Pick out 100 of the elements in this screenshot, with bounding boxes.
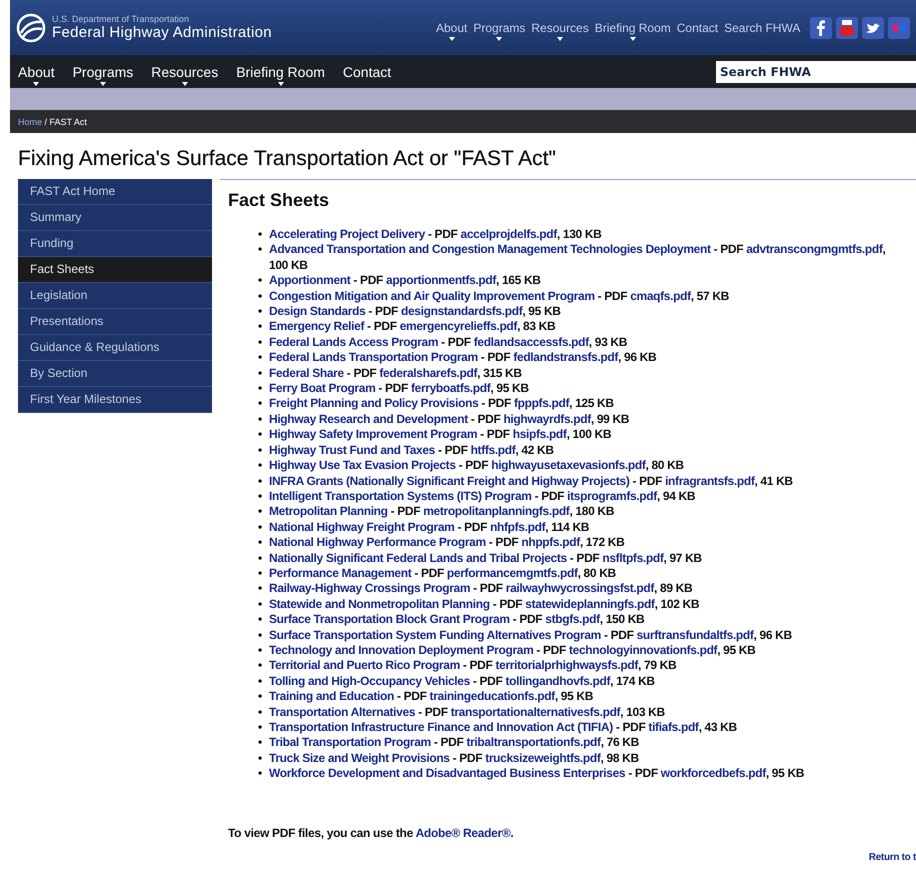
file-link[interactable]: cmaqfs.pdf [630, 288, 691, 303]
bullet: • [258, 520, 263, 536]
fact-sheet-link[interactable]: Ferry Boat Program [269, 381, 376, 396]
fact-sheet-link[interactable]: Advanced Transportation and Congestion Management Technologies Deployment [269, 242, 711, 256]
fact-sheet-link[interactable]: Emergency Relief [269, 319, 364, 334]
fact-sheet-link[interactable]: Surface Transportation System Funding Alternatives Program [269, 628, 602, 642]
fact-sheet-link[interactable]: Apportionment [269, 273, 350, 288]
search-field[interactable]: Search FHWA [716, 60, 916, 82]
file-link[interactable]: fpppfs.pdf [514, 396, 570, 410]
nav-link[interactable]: Contact [342, 64, 392, 86]
file-link[interactable]: itsprogramfs.pdf [567, 488, 657, 503]
file-link[interactable]: nhfpfs.pdf [490, 520, 546, 534]
sidebar-item[interactable]: Summary [18, 205, 212, 231]
fact-sheet-link[interactable]: Statewide and Nonmetropolitan Planning [269, 596, 490, 611]
file-link[interactable]: trainingeducationfs.pdf [430, 689, 555, 704]
dots-icon[interactable] [888, 16, 910, 38]
fact-sheet-link[interactable]: Freight Planning and Policy Provisions [269, 396, 478, 410]
file-link[interactable]: transportationalternativesfs.pdf [450, 704, 620, 719]
file-link[interactable]: tifiafs.pdf [648, 720, 699, 734]
file-link[interactable]: hsipfs.pdf [512, 427, 567, 442]
top-link[interactable]: Search FHWA [724, 20, 800, 40]
fact-sheet-link[interactable]: INFRA Grants (Nationally Significant Freight and Highway Projects) [269, 474, 630, 488]
fact-sheet-item: Highway Trust Fund and Taxes - PDF htffs.pdf, 42 KB [269, 442, 554, 458]
fact-sheet-link[interactable]: Tribal Transportation Program [269, 735, 431, 750]
fact-sheet-link[interactable]: Intelligent Transportation Systems (ITS) Program [269, 488, 532, 503]
fact-sheet-link[interactable]: Workforce Development and Disadvantaged Business Enterprises [269, 766, 626, 780]
file-link[interactable]: technologyinnovationfs.pdf [568, 642, 718, 657]
fact-sheet-link[interactable]: Congestion Mitigation and Air Quality Improvement Program [269, 288, 595, 303]
file-link[interactable]: advtranscongmgmtfs.pdf [746, 242, 882, 256]
file-link[interactable]: tollingandhovfs.pdf [505, 674, 610, 688]
fact-sheet-link[interactable]: Transportation Alternatives [269, 704, 416, 719]
file-link[interactable]: emergencyrelieffs.pdf [400, 319, 518, 334]
fact-sheet-link[interactable]: Highway Research and Development [269, 412, 468, 426]
fact-sheet-link[interactable]: Tolling and High-Occupancy Vehicles [269, 674, 470, 688]
bullet: • [258, 550, 263, 566]
file-link[interactable]: railwayhwycrossingsfst.pdf [506, 581, 654, 596]
sidebar-item[interactable]: By Section [18, 361, 212, 387]
file-link[interactable]: territorialprhighwaysfs.pdf [495, 658, 638, 672]
fact-sheet-link[interactable]: Highway Use Tax Evasion Projects [269, 458, 456, 472]
file-link[interactable]: federalsharefs.pdf [379, 366, 478, 380]
file-link[interactable]: surftransfundaltfs.pdf [636, 628, 754, 642]
file-link[interactable]: stbgfs.pdf [545, 612, 600, 626]
file-link[interactable]: apportionmentfs.pdf [386, 273, 496, 288]
file-link[interactable]: metropolitanplanningfs.pdf [423, 504, 570, 518]
sidebar-item[interactable]: Funding [18, 231, 212, 257]
fact-sheet-link[interactable]: National Highway Performance Program [269, 535, 486, 550]
top-link[interactable]: Resources [531, 20, 589, 40]
video-icon[interactable] [836, 16, 858, 38]
fact-sheet-link[interactable]: Performance Management [269, 566, 412, 580]
fact-sheet-link[interactable]: Training and Education [269, 689, 394, 704]
sidebar-item[interactable]: First Year Milestones [18, 387, 212, 413]
top-link[interactable]: Briefing Room [594, 20, 671, 40]
bullet: • [258, 674, 263, 690]
fact-sheet-link[interactable]: Federal Lands Transportation Program [269, 350, 478, 364]
fact-sheet-link[interactable]: Truck Size and Weight Provisions [269, 750, 450, 765]
file-link[interactable]: tribaltransportationfs.pdf [466, 735, 601, 750]
file-link[interactable]: highwayusetaxevasionfs.pdf [491, 458, 646, 472]
file-link[interactable]: trucksizeweightfs.pdf [485, 750, 601, 765]
fact-sheet-link[interactable]: Accelerating Project Delivery [269, 227, 425, 241]
sidebar-item[interactable]: Presentations [18, 309, 212, 335]
fact-sheet-link[interactable]: Surface Transportation Block Grant Program [269, 612, 510, 626]
file-link[interactable]: performancemgmtfs.pdf [446, 566, 578, 580]
file-link[interactable]: accelprojdelfs.pdf [460, 227, 557, 241]
fact-sheet-link[interactable]: Metropolitan Planning [269, 504, 388, 518]
fact-sheet-link[interactable]: Federal Lands Access Program [269, 334, 438, 349]
file-link[interactable]: highwayrdfs.pdf [503, 412, 591, 426]
file-link[interactable]: nhppfs.pdf [521, 535, 580, 550]
fact-sheet-link[interactable]: Railway-Highway Crossings Program [269, 581, 470, 596]
facebook-icon[interactable] [810, 16, 832, 38]
return-link[interactable]: Return to t [228, 852, 916, 863]
bullet: • [258, 566, 263, 582]
file-link[interactable]: designstandardsfs.pdf [401, 304, 522, 318]
sidebar-item[interactable]: Legislation [18, 283, 212, 309]
reader-link[interactable]: Adobe® Reader® [416, 826, 510, 840]
file-link[interactable]: infragrantsfs.pdf [665, 474, 754, 488]
bullet: • [258, 288, 263, 304]
sidebar-item[interactable]: FAST Act Home [18, 179, 212, 205]
fact-sheet-link[interactable]: Design Standards [269, 304, 366, 318]
bird-icon[interactable] [862, 16, 884, 38]
fact-sheet-link[interactable]: Federal Share [269, 366, 344, 380]
file-link[interactable]: htffs.pdf [470, 442, 516, 457]
file-link[interactable]: fedlandstransfs.pdf [513, 350, 618, 364]
file-link[interactable]: nsfltpfs.pdf [602, 550, 664, 565]
fact-sheet-link[interactable]: Territorial and Puerto Rico Program [269, 658, 460, 672]
top-link[interactable]: About [436, 20, 468, 40]
sidebar-item[interactable]: Guidance & Regulations [18, 335, 212, 361]
fact-sheet-link[interactable]: Nationally Significant Federal Lands and Tribal Projects [269, 550, 567, 565]
file-link[interactable]: ferryboatfs.pdf [410, 381, 490, 396]
fact-sheet-link[interactable]: National Highway Freight Program [269, 520, 454, 534]
file-link[interactable]: fedlandsaccessfs.pdf [474, 334, 589, 349]
file-link[interactable]: statewideplanningfs.pdf [525, 596, 655, 611]
top-link[interactable]: Contact [676, 20, 718, 40]
breadcrumb-link[interactable]: Home [18, 116, 42, 126]
fact-sheet-link[interactable]: Highway Safety Improvement Program [269, 427, 478, 442]
fact-sheet-link[interactable]: Transportation Infrastructure Finance and Innovation Act (TIFIA) [269, 720, 613, 734]
fact-sheet-link[interactable]: Technology and Innovation Deployment Program [269, 642, 534, 657]
file-link[interactable]: workforcedbefs.pdf [660, 766, 766, 780]
fact-sheet-link[interactable]: Highway Trust Fund and Taxes [269, 442, 436, 457]
sidebar-item[interactable]: Fact Sheets [18, 257, 212, 283]
top-link[interactable]: Programs [473, 20, 526, 40]
